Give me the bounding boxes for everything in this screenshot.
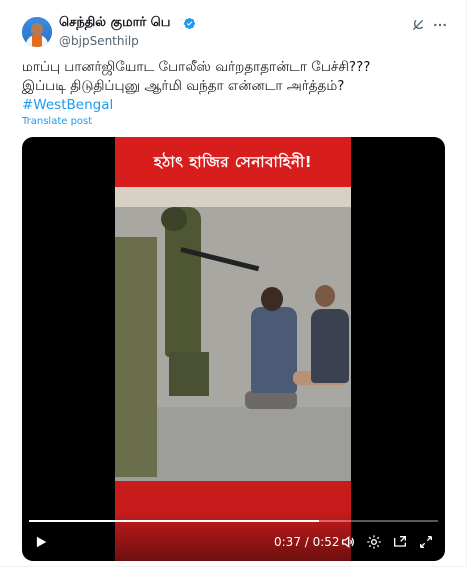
video-player[interactable]: হঠাৎ হাজির সেনাবাহিনী! 0:37 / 0:52 [22, 137, 445, 561]
video-banner-text: হঠাৎ হাজির সেনাবাহিনী! [153, 153, 313, 171]
settings-icon[interactable] [366, 534, 382, 550]
translate-post-link[interactable]: Translate post [22, 116, 92, 127]
picture-in-picture-icon[interactable] [392, 534, 408, 550]
volume-icon[interactable] [340, 534, 356, 550]
video-progress-fill [29, 520, 320, 522]
more-icon[interactable] [432, 17, 448, 33]
video-frame: হঠাৎ হাজির সেনাবাহিনী! [115, 137, 351, 561]
post-line-1: மாப்பு பானர்ஜியோட போலீஸ் வர்றதாதான்டா பே… [22, 59, 371, 75]
post-text: மாப்பு பானர்ஜியோட போலீஸ் வர்றதாதான்டா பே… [22, 58, 452, 115]
video-time: 0:37 / 0:52 [274, 535, 340, 549]
video-progress-bar[interactable] [29, 520, 438, 522]
hashtag-link[interactable]: #WestBengal [22, 96, 452, 115]
verified-badge-icon [183, 17, 196, 30]
author-name[interactable]: செந்தில் குமார் பெ [59, 15, 170, 31]
avatar[interactable] [22, 17, 52, 47]
grok-icon[interactable] [410, 17, 426, 33]
video-banner: হঠাৎ হাজির সেনাবাহিনী! [115, 137, 351, 187]
author-handle[interactable]: @bjpSenthilp [59, 34, 139, 48]
post-card[interactable]: செந்தில் குமார் பெ @bjpSenthilp மாப்பு ப… [0, 0, 467, 567]
fullscreen-icon[interactable] [418, 534, 434, 550]
post-line-2: இப்படி திடுதிப்புனு ஆர்மி வந்தா என்னடா அ… [22, 78, 345, 94]
play-icon[interactable] [34, 535, 48, 549]
